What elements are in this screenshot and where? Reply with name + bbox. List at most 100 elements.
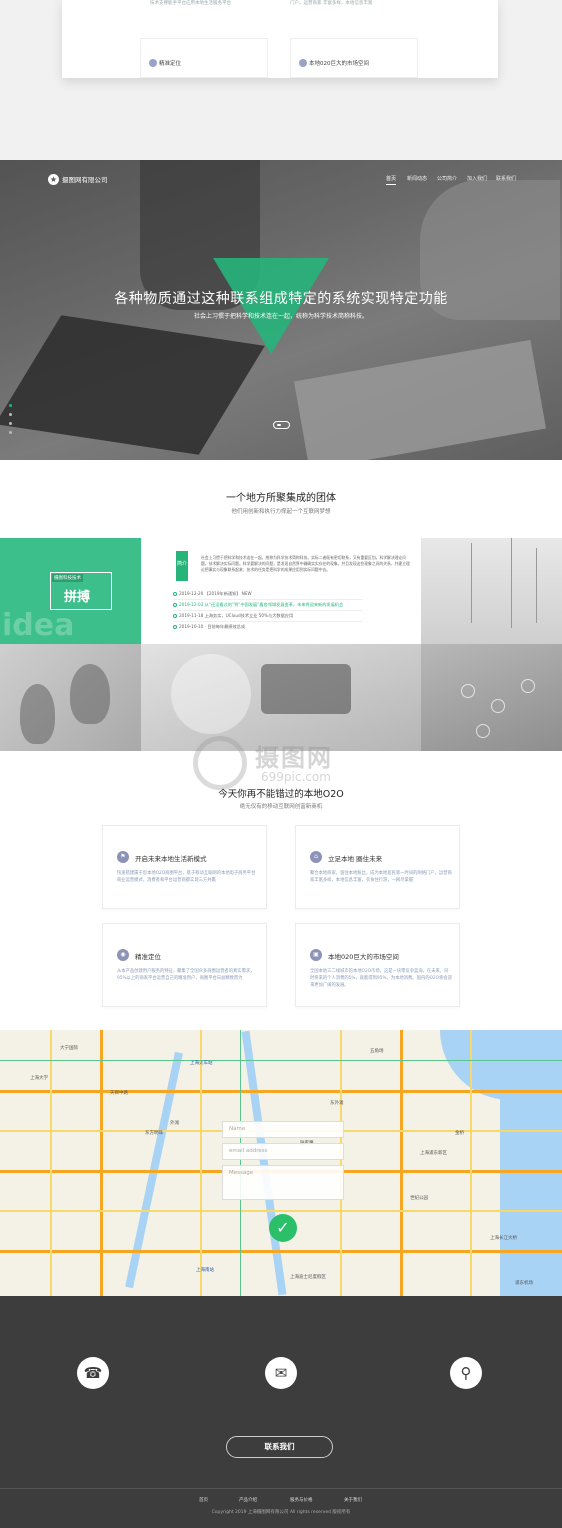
tech-circle-icon <box>491 699 505 713</box>
map-label: 上海大学 <box>30 1076 48 1081</box>
map-label: 外滩 <box>170 1121 179 1126</box>
hero-banner: ★ 摄图网有限公司 首页 新闻动态 公司简介 加入我们 联系我们 各种物质通过这… <box>0 160 562 460</box>
boat-mast <box>511 538 512 628</box>
divider <box>173 610 363 611</box>
phone-icon[interactable]: ☎ <box>77 1357 109 1389</box>
contact-button[interactable]: 联系我们 <box>226 1436 333 1458</box>
news-text: 2019-10-10 · 目前每年最绩效总成 <box>179 624 246 629</box>
map-water <box>500 1070 562 1296</box>
preview-text-right: 门户，运营商家 丰富多样，本地信息丰富 <box>290 1 373 6</box>
card-text: 全国本地三二线城市的本地O2O市场，这是一块零竞争蓝海，在未来，同时将来的个人消… <box>310 969 452 988</box>
name-input[interactable]: Name <box>222 1121 344 1138</box>
map-road <box>0 1060 562 1061</box>
footer <box>0 1296 562 1528</box>
map-label: 上海火车站 <box>190 1061 213 1066</box>
chart-icon <box>299 59 307 67</box>
slide-dot[interactable] <box>9 422 12 425</box>
feature-card[interactable]: ◉ 精准定位 从本产品创建用户服务的特征，聚集了全国众多商圈运营者的真实需求，9… <box>102 923 267 1007</box>
preview-card: 技术支撑能手平台应用本地生活服务平台 门户，运营商家 丰富多样，本地信息丰富 精… <box>62 0 498 78</box>
nav-item-join[interactable]: 加入我们 <box>467 175 487 182</box>
idea-word: idea <box>2 608 75 643</box>
card-title: 立足本地 圈住未来 <box>328 855 383 863</box>
slide-dot[interactable] <box>9 431 12 434</box>
map-label: 浦东机场 <box>515 1281 533 1286</box>
location-icon <box>149 59 157 67</box>
logo-icon[interactable]: ★ <box>48 174 59 185</box>
map-road <box>0 1090 562 1093</box>
map-road <box>240 1030 241 1296</box>
boat-mast <box>471 543 472 623</box>
card-text: 聚合本地商家，留住本地粉丝，成为本地居民第一时间的网络门户，运营商家丰富多样，本… <box>310 871 452 883</box>
slide-dot[interactable] <box>9 404 12 407</box>
nav-item-news[interactable]: 新闻动态 <box>407 175 427 182</box>
mail-icon[interactable]: ✉ <box>265 1357 297 1389</box>
team-tile-badge: idea 摄图科技技术 拼搏 <box>0 538 141 644</box>
news-item[interactable]: 2019-12-03 从“还没看过的”到“中国发展”看各领域发展变革，未来将迎来… <box>173 602 343 608</box>
location-pin-icon[interactable]: ⚲ <box>450 1357 482 1389</box>
flag-icon: ⚑ <box>117 851 129 863</box>
slide-dot[interactable] <box>9 413 12 416</box>
feature-card[interactable]: ⚑ 开启未来本地生活新模式 快速搭建属于您本地O2O商圈平台，基于移动互联网的本… <box>102 825 267 909</box>
feature-card[interactable]: ▣ 本地020巨大的市场空间 全国本地三二线城市的本地O2O市场，这是一块零竞争… <box>295 923 460 1007</box>
map-label: 上海迪士尼度假区 <box>290 1275 326 1280</box>
preview-text-left: 技术支撑能手平台应用本地生活服务平台 <box>150 1 231 6</box>
nav-item-about[interactable]: 公司简介 <box>437 175 457 182</box>
person-image <box>20 684 55 744</box>
o2o-subtitle: 绝无仅有的移动互联网创富新商机 <box>239 804 323 810</box>
map-label: 上海南站 <box>196 1268 214 1273</box>
person-image <box>70 664 110 724</box>
badge-big: 拼搏 <box>64 590 91 605</box>
map-label: 大宁国际 <box>60 1046 78 1051</box>
mini-card-title: 本地020巨大的市场空间 <box>309 61 369 67</box>
footer-link-pricing[interactable]: 服务与价格 <box>290 1497 313 1503</box>
tech-circle-icon <box>461 684 475 698</box>
clock-icon <box>173 625 177 629</box>
email-input[interactable]: email address <box>222 1143 344 1160</box>
map-label: 东方明珠 <box>145 1131 163 1136</box>
card-title: 本地020巨大的市场空间 <box>328 953 399 961</box>
map-road <box>100 1030 103 1296</box>
map-label: 上海浦东新区 <box>420 1151 447 1156</box>
watermark-logo <box>193 736 247 790</box>
feature-card[interactable]: ⌂ 立足本地 圈住未来 聚合本地商家，留住本地粉丝，成为本地居民第一时间的网络门… <box>295 825 460 909</box>
divider <box>173 599 363 600</box>
top-preview: 技术支撑能手平台应用本地生活服务平台 门户，运营商家 丰富多样，本地信息丰富 精… <box>0 0 562 160</box>
map-label: 世纪公园 <box>410 1196 428 1201</box>
news-item[interactable]: 2019-10-10 · 目前每年最绩效总成 <box>173 624 245 630</box>
news-item[interactable]: 2019-11-18 上海务实，UCloud技术立业 50%与大数据应用 <box>173 613 293 619</box>
team-tile-boats <box>421 538 562 644</box>
map-road <box>50 1030 52 1296</box>
map-label: 东外滩 <box>330 1101 344 1106</box>
news-text: 2019-12-20 【2019年新通知】 NEW <box>179 591 252 596</box>
page: 技术支撑能手平台应用本地生活服务平台 门户，运营商家 丰富多样，本地信息丰富 精… <box>0 0 562 1528</box>
map-road <box>0 1250 562 1253</box>
cup-image <box>171 654 251 734</box>
city-map[interactable]: 上海南站 上海火车站 上海浦东新区 上海长江大桥 世纪公园 上海大学 外滩 陆家… <box>0 1030 562 1296</box>
tech-circle-icon <box>521 679 535 693</box>
divider <box>173 621 363 622</box>
map-label: 天目中路 <box>110 1091 128 1096</box>
clock-icon <box>173 592 177 596</box>
slider-toggle[interactable] <box>273 421 290 429</box>
chart-icon: ▣ <box>310 949 322 961</box>
news-item[interactable]: 2019-12-20 【2019年新通知】 NEW <box>173 591 252 597</box>
nav-item-contact[interactable]: 联系我们 <box>496 175 516 182</box>
hero-dots <box>9 404 12 440</box>
team-grid: idea 摄图科技技术 拼搏 简介 社会上习惯于把科学和技术连在一起，统称为科学… <box>0 538 562 751</box>
nav-item-home[interactable]: 首页 <box>386 175 396 182</box>
top-nav: ★ 摄图网有限公司 首页 新闻动态 公司简介 加入我们 联系我们 <box>0 160 562 200</box>
footer-link-home[interactable]: 首页 <box>199 1497 208 1503</box>
watermark-text: 摄图网 <box>255 744 333 772</box>
nav-active-indicator <box>386 184 396 185</box>
logo-text[interactable]: 摄图网有限公司 <box>62 174 108 184</box>
map-label: 上海长江大桥 <box>490 1236 517 1241</box>
card-text: 快速搭建属于您本地O2O商圈平台，基于移动互联网的本地电子商务平台商业运营模式，… <box>117 871 256 883</box>
preview-mini-card-right: 本地020巨大的市场空间 <box>290 38 418 78</box>
map-road <box>0 1210 562 1212</box>
message-input[interactable]: Message <box>222 1165 344 1200</box>
footer-link-about[interactable]: 关于我们 <box>344 1497 362 1503</box>
footer-link-products[interactable]: 产品介绍 <box>239 1497 257 1503</box>
map-road <box>400 1030 403 1296</box>
submit-check-button[interactable]: ✓ <box>269 1214 297 1242</box>
hero-title: 各种物质通过这种联系组成特定的系统实现特定功能 <box>114 291 448 307</box>
